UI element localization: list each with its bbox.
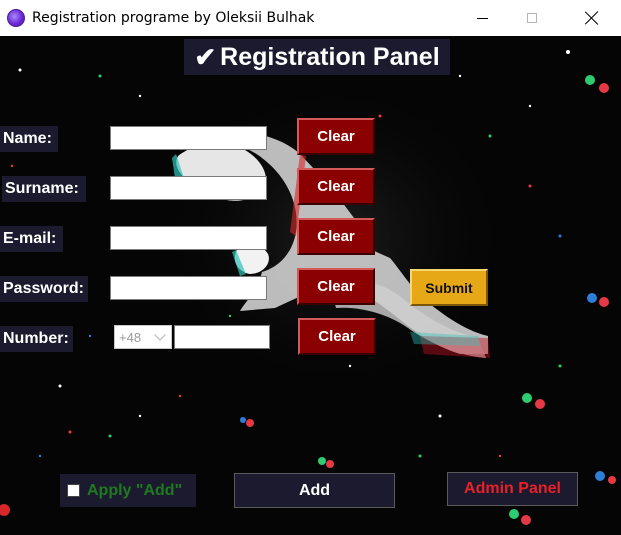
maximize-button[interactable] [509, 0, 555, 36]
minimize-button[interactable] [459, 0, 505, 36]
email-input[interactable] [110, 226, 267, 250]
password-label: Password: [0, 276, 88, 302]
number-input[interactable] [174, 325, 270, 349]
page-title: ✔ Registration Panel [184, 39, 450, 75]
minimize-icon [476, 17, 488, 19]
add-button[interactable]: Add [234, 473, 395, 508]
chevron-down-icon [154, 329, 166, 341]
name-label: Name: [0, 126, 58, 152]
admin-panel-button[interactable]: Admin Panel [447, 472, 578, 506]
app-icon [7, 9, 25, 27]
phone-prefix-value: +48 [119, 329, 142, 345]
submit-button[interactable]: Submit [410, 269, 488, 306]
clear-number-button[interactable]: Clear [298, 318, 376, 355]
number-label: Number: [0, 326, 73, 352]
apply-add-toggle[interactable]: Apply "Add" [60, 474, 196, 507]
clear-email-button[interactable]: Clear [297, 218, 375, 255]
registration-content: ✔ Registration Panel Name: Clear Surname… [0, 36, 621, 535]
apply-add-label: Apply "Add" [87, 481, 183, 499]
surname-label: Surname: [2, 176, 86, 202]
close-button[interactable] [569, 0, 615, 36]
title-bar: Registration programe by Oleksii Bulhak [0, 0, 621, 36]
email-label: E-mail: [0, 226, 63, 252]
clear-name-button[interactable]: Clear [297, 118, 375, 155]
app-window: Registration programe by Oleksii Bulhak [0, 0, 621, 535]
page-title-text: Registration Panel [220, 42, 440, 71]
name-input[interactable] [110, 126, 267, 150]
surname-input[interactable] [110, 176, 267, 200]
phone-prefix-select[interactable]: +48 [114, 325, 172, 349]
checkbox-icon[interactable] [67, 484, 80, 497]
checkmark-icon: ✔ [194, 41, 217, 72]
close-icon [585, 11, 599, 25]
window-title: Registration programe by Oleksii Bulhak [32, 10, 315, 26]
password-input[interactable] [110, 276, 267, 300]
clear-password-button[interactable]: Clear [297, 268, 375, 305]
clear-surname-button[interactable]: Clear [297, 168, 375, 205]
maximize-icon [527, 13, 537, 23]
